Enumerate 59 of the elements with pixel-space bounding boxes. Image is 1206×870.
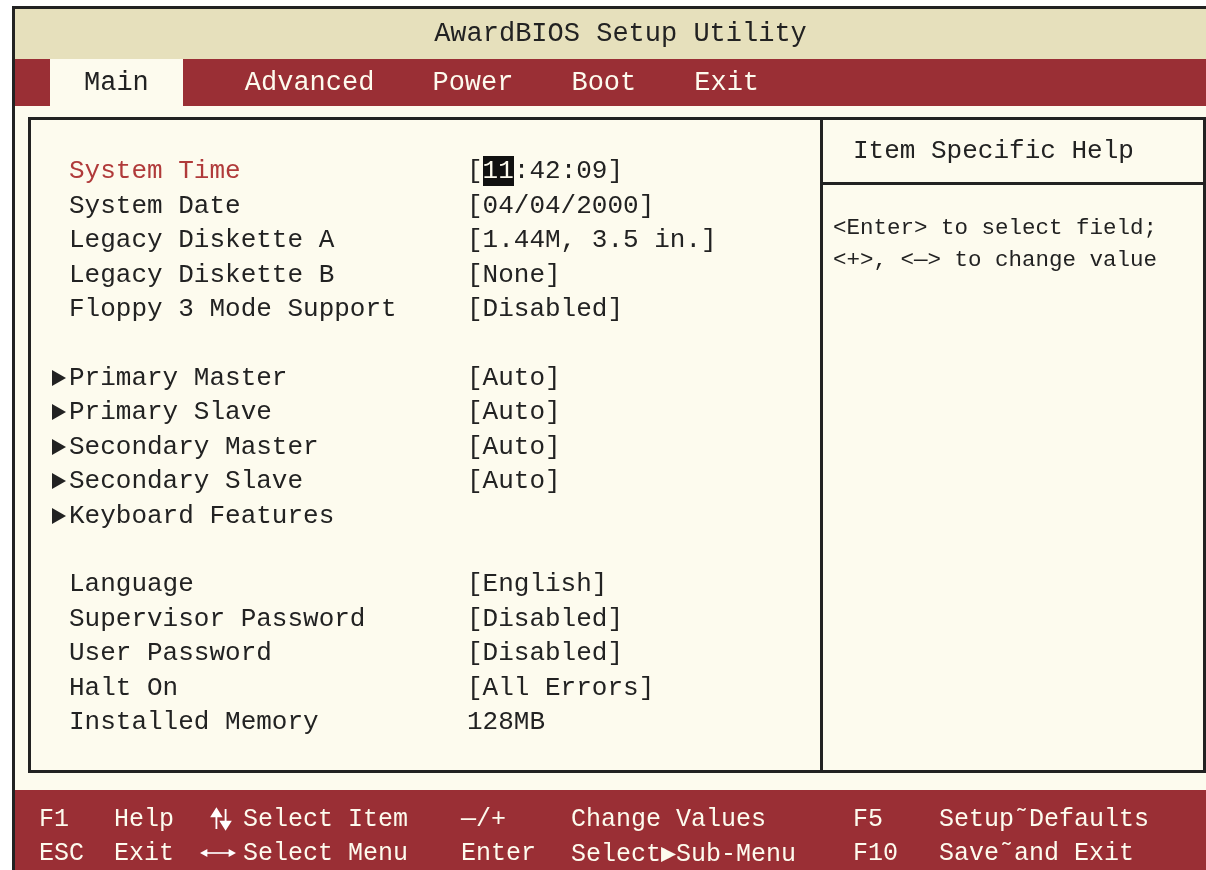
menu-tab[interactable]: Boot	[543, 59, 665, 106]
setting-label[interactable]: Supervisor Password	[69, 603, 467, 634]
key-legend-text: ESC	[39, 838, 85, 868]
setting-label[interactable]: Installed Memory	[69, 707, 467, 738]
submenu-arrow-icon	[51, 437, 67, 456]
setting-label[interactable]: Primary Master	[69, 362, 467, 393]
key-legend-text: Change Values	[571, 804, 768, 834]
up-down-arrows-icon	[210, 807, 232, 831]
setting-value[interactable]: [Disabled]	[467, 638, 624, 669]
setting-value[interactable]: [English]	[467, 569, 608, 600]
help-text: <Enter> to select field;	[833, 215, 1159, 243]
setting-label[interactable]: Secondary Master	[69, 431, 467, 462]
key-legend-text: F5	[853, 804, 884, 834]
key-legend-text: F1	[39, 804, 70, 834]
setting-label[interactable]: Legacy Diskette B	[69, 259, 467, 290]
help-title: Item Specific Help	[853, 136, 1134, 166]
setting-value[interactable]: [Auto]	[467, 362, 561, 393]
menu-tab[interactable]: Advanced	[216, 59, 403, 106]
setting-label[interactable]: System Date	[69, 190, 467, 221]
submenu-arrow-icon	[51, 403, 67, 422]
setting-value[interactable]: [All Errors]	[467, 672, 655, 703]
key-legend-text: Enter	[461, 838, 537, 868]
setting-value[interactable]: [11:42:09]	[467, 156, 624, 187]
setting-value[interactable]: [Auto]	[467, 397, 561, 428]
setting-value[interactable]: [04/04/2000]	[467, 190, 655, 221]
setting-value[interactable]: [1.44M, 3.5 in.]	[467, 225, 717, 256]
menu-tab[interactable]: Main	[50, 59, 183, 106]
setting-value[interactable]: 128MB	[467, 707, 545, 738]
submenu-arrow-icon	[51, 472, 67, 491]
setting-label[interactable]: Floppy 3 Mode Support	[69, 294, 467, 325]
setting-value[interactable]: [Disabled]	[467, 603, 624, 634]
setting-label[interactable]: Secondary Slave	[69, 466, 467, 497]
key-legend-text: Exit	[114, 838, 175, 868]
setting-label[interactable]: Keyboard Features	[69, 500, 467, 531]
menu-tab[interactable]: Power	[404, 59, 542, 106]
key-legend-text: Help	[114, 804, 175, 834]
setting-label[interactable]: Language	[69, 569, 467, 600]
setting-value[interactable]: [None]	[467, 259, 561, 290]
setting-label[interactable]: Primary Slave	[69, 397, 467, 428]
setting-value[interactable]: [Auto]	[467, 431, 561, 462]
key-legend-text: Select Item	[243, 804, 410, 834]
setting-label[interactable]: User Password	[69, 638, 467, 669]
left-right-arrows-icon	[200, 847, 236, 859]
key-legend-text: Select▶Sub-Menu	[571, 838, 798, 869]
help-text: <+>, <—> to change value	[833, 247, 1159, 275]
setting-value[interactable]: [Disabled]	[467, 294, 624, 325]
key-legend-text: Select Menu	[243, 838, 410, 868]
setting-label[interactable]: System Time	[69, 156, 467, 187]
setting-value[interactable]: [Auto]	[467, 466, 561, 497]
setting-label[interactable]: Legacy Diskette A	[69, 225, 467, 256]
submenu-arrow-icon	[51, 506, 67, 525]
setting-label[interactable]: Halt On	[69, 672, 467, 703]
submenu-arrow-icon	[51, 368, 67, 387]
key-legend-text: Save˜and Exit	[939, 838, 1136, 868]
key-legend-text: —/+	[461, 804, 507, 834]
key-legend-text: F10	[853, 838, 899, 868]
window-title: AwardBIOS Setup Utility	[433, 19, 807, 49]
menu-tab[interactable]: Exit	[666, 59, 788, 106]
key-legend-text: Setup˜Defaults	[939, 804, 1151, 834]
